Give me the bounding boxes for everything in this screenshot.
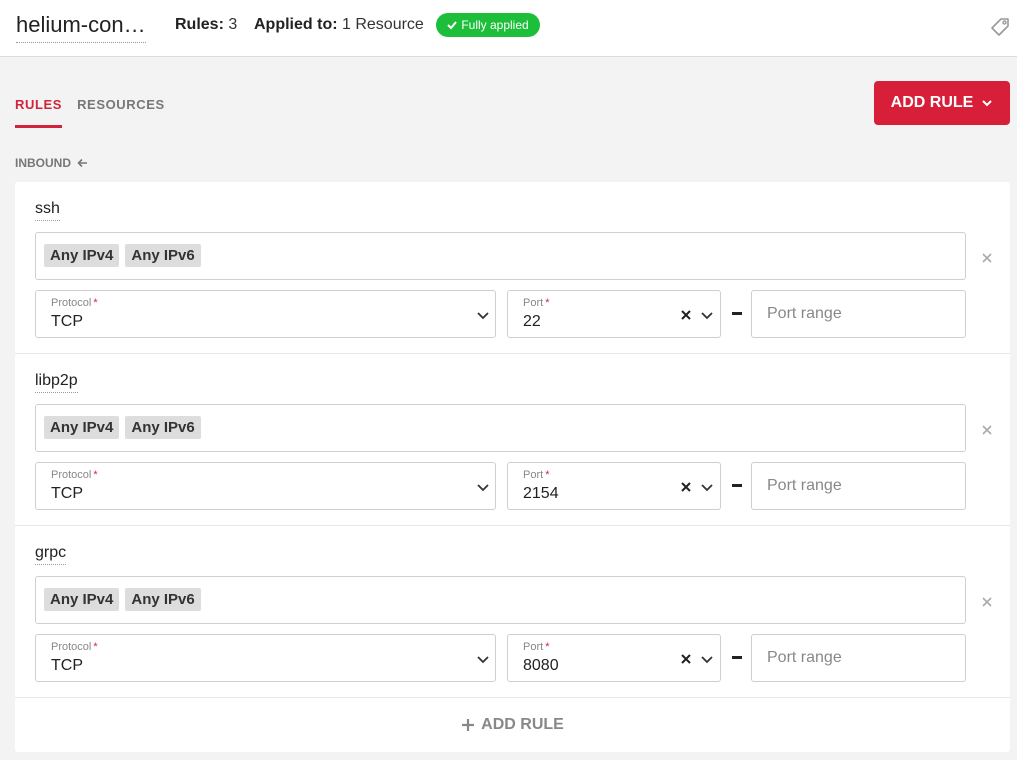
check-icon — [447, 21, 458, 30]
range-dash — [732, 484, 742, 487]
add-rule-button[interactable]: ADD RULE — [874, 81, 1010, 125]
port-label: Port * — [523, 469, 550, 481]
chevron-down-icon — [982, 100, 993, 107]
protocol-select[interactable]: Protocol * TCP — [35, 634, 496, 682]
chevron-down-icon — [477, 312, 489, 320]
protocol-select[interactable]: Protocol * TCP — [35, 290, 496, 338]
footer-add-rule-label: ADD RULE — [481, 716, 564, 733]
rules-count-value: 3 — [228, 16, 238, 33]
source-chip[interactable]: Any IPv6 — [125, 416, 201, 439]
port-range-placeholder: Port range — [767, 305, 842, 322]
clear-icon[interactable] — [679, 308, 693, 322]
port-range-input[interactable]: Port range — [751, 462, 966, 510]
chevron-down-icon — [477, 484, 489, 492]
source-chip[interactable]: Any IPv4 — [44, 588, 120, 611]
clear-icon[interactable] — [679, 652, 693, 666]
protocol-value: TCP — [51, 313, 83, 330]
port-label: Port * — [523, 641, 550, 653]
source-chip[interactable]: Any IPv6 — [125, 588, 201, 611]
port-range-placeholder: Port range — [767, 477, 842, 494]
protocol-label: Protocol * — [51, 641, 98, 653]
arrow-left-icon — [77, 158, 87, 168]
port-select[interactable]: Port * 2154 — [507, 462, 721, 510]
applied-to: Applied to: 1 Resource — [254, 16, 424, 34]
rules-count-label: Rules: — [175, 16, 224, 33]
protocol-value: TCP — [51, 485, 83, 502]
applied-to-value[interactable]: 1 Resource — [342, 16, 424, 33]
port-select[interactable]: Port * 22 — [507, 290, 721, 338]
remove-rule-icon[interactable] — [980, 595, 994, 609]
status-badge: Fully applied — [436, 13, 540, 37]
rule-row: libp2p Any IPv4 Any IPv6 Protocol * TCP P… — [15, 354, 1010, 526]
clear-icon[interactable] — [679, 480, 693, 494]
rule-row: grpc Any IPv4 Any IPv6 Protocol * TCP Por… — [15, 526, 1010, 698]
source-chip[interactable]: Any IPv6 — [125, 244, 201, 267]
status-text: Fully applied — [461, 18, 529, 32]
sources-input[interactable]: Any IPv4 Any IPv6 — [35, 404, 966, 452]
port-select[interactable]: Port * 8080 — [507, 634, 721, 682]
remove-rule-icon[interactable] — [980, 251, 994, 265]
range-dash — [732, 312, 742, 315]
add-rule-button-label: ADD RULE — [890, 94, 974, 111]
range-dash — [732, 656, 742, 659]
protocol-label: Protocol * — [51, 297, 98, 309]
remove-rule-icon[interactable] — [980, 423, 994, 437]
rule-name[interactable]: libp2p — [35, 372, 78, 393]
protocol-value: TCP — [51, 657, 83, 674]
port-range-input[interactable]: Port range — [751, 290, 966, 338]
chevron-down-icon — [701, 484, 713, 492]
tag-icon[interactable] — [989, 16, 1011, 38]
rule-name[interactable]: grpc — [35, 544, 67, 565]
port-label: Port * — [523, 297, 550, 309]
sources-input[interactable]: Any IPv4 Any IPv6 — [35, 576, 966, 624]
page-header: helium-con… Rules: 3 Applied to: 1 Resou… — [0, 0, 1017, 57]
rule-row: ssh Any IPv4 Any IPv6 Protocol * TCP Port… — [15, 182, 1010, 354]
footer-add-rule-button[interactable]: ADD RULE — [15, 698, 1010, 752]
chevron-down-icon — [477, 656, 489, 664]
chevron-down-icon — [701, 312, 713, 320]
inbound-label-text: INBOUND — [15, 156, 71, 170]
source-chip[interactable]: Any IPv4 — [44, 244, 120, 267]
source-chip[interactable]: Any IPv4 — [44, 416, 120, 439]
port-value: 22 — [523, 313, 541, 330]
port-range-placeholder: Port range — [767, 649, 842, 666]
port-value: 2154 — [523, 485, 559, 502]
protocol-label: Protocol * — [51, 469, 98, 481]
applied-to-label: Applied to: — [254, 16, 338, 33]
rules-card: ssh Any IPv4 Any IPv6 Protocol * TCP Port… — [15, 182, 1010, 752]
port-range-input[interactable]: Port range — [751, 634, 966, 682]
rule-name[interactable]: ssh — [35, 200, 60, 221]
port-value: 8080 — [523, 657, 559, 674]
tab-resources[interactable]: RESOURCES — [77, 97, 165, 128]
inbound-section-label: INBOUND — [15, 156, 88, 170]
chevron-down-icon — [701, 656, 713, 664]
rules-count: Rules: 3 — [175, 16, 237, 34]
plus-icon — [462, 719, 475, 731]
firewall-name[interactable]: helium-con… — [16, 12, 146, 43]
sources-input[interactable]: Any IPv4 Any IPv6 — [35, 232, 966, 280]
tab-bar: RULES RESOURCES — [15, 97, 165, 128]
tab-rules[interactable]: RULES — [15, 97, 63, 128]
protocol-select[interactable]: Protocol * TCP — [35, 462, 496, 510]
